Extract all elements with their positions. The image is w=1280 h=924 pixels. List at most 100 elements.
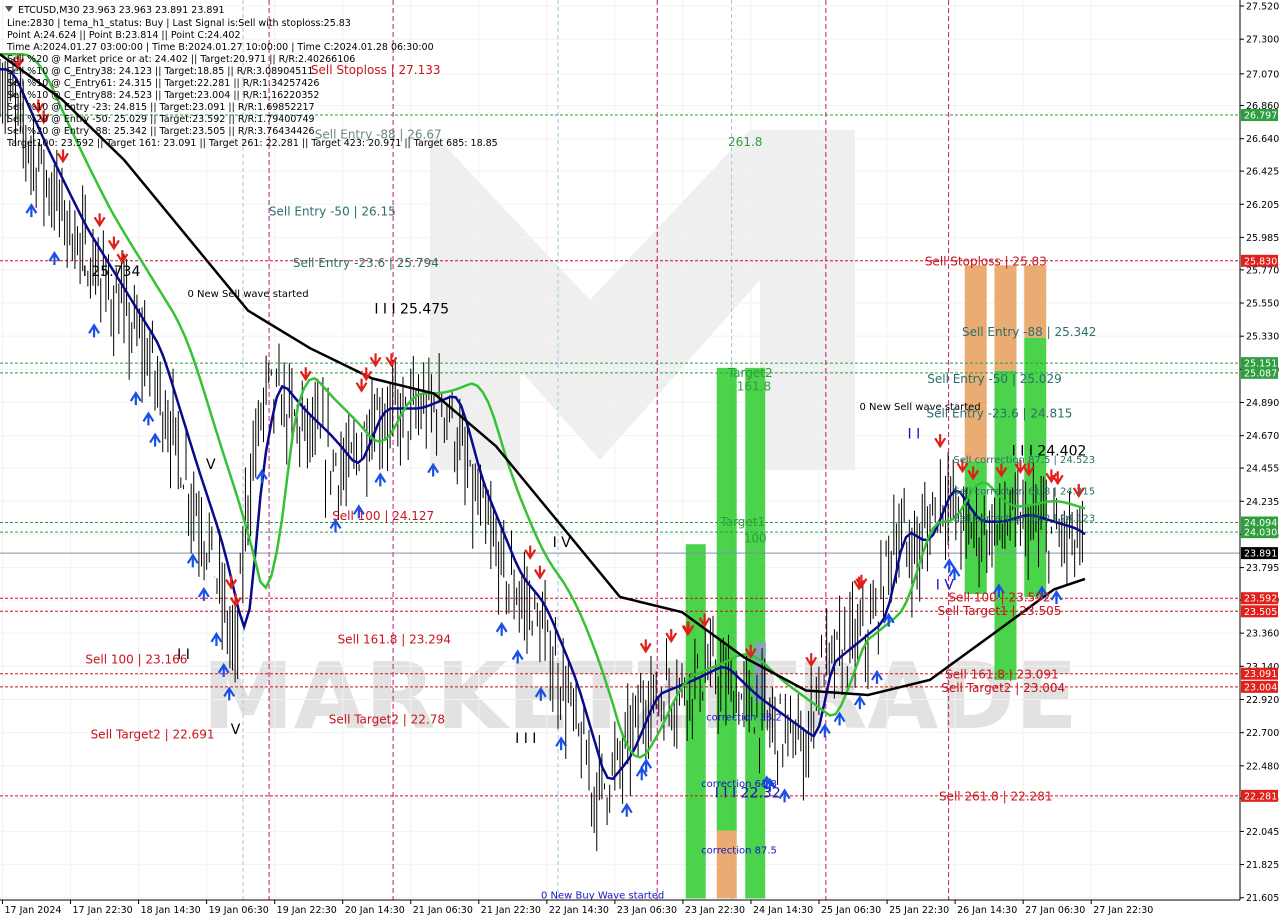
time-tick-label: 22 Jan 14:30 [549, 905, 609, 916]
target-zone-bar [716, 367, 737, 831]
info-line: Time A:2024.01.27 03:00:00 | Time B:2024… [6, 42, 434, 53]
annotation-label: Target2 [727, 366, 773, 380]
info-line: Sell %10 @ C_Entry88: 24.523 || Target:2… [7, 90, 319, 101]
price-tick-label: 24.235 [1246, 497, 1279, 508]
annotation-label: correction 38.2 [706, 713, 782, 724]
price-tick-label: 25.330 [1246, 332, 1279, 343]
annotation-label: I I I 22.32 [715, 785, 781, 801]
target-zone-bar [994, 265, 1017, 371]
price-tick-label: 23.795 [1246, 563, 1279, 574]
annotation-label: V [231, 722, 241, 738]
annotation-label: 261.8 [728, 135, 762, 149]
target-zone-bar [745, 367, 766, 899]
price-tag-label: 25.830 [1244, 256, 1277, 267]
annotation-label: Sell correction 38.2 | 24.123 [953, 514, 1095, 525]
annotation-label: correction 87.5 [701, 845, 777, 856]
price-tick-label: 26.640 [1246, 134, 1279, 145]
price-tick-label: 25.550 [1246, 299, 1279, 310]
chart-container: MARKETZITRADE Sell Stoploss | 27.133 Sell… [0, 0, 1280, 920]
time-tick-label: 19 Jan 22:30 [277, 905, 337, 916]
price-tick-label: 22.480 [1246, 761, 1279, 772]
price-tag-label: 23.505 [1244, 607, 1277, 618]
annotation-label: Sell 161.8 | 23.294 [338, 633, 452, 647]
info-line: Point A:24.624 || Point B:23.814 || Poin… [7, 30, 241, 41]
time-tick-label: 24 Jan 14:30 [753, 905, 813, 916]
price-tag-label: 23.592 [1244, 594, 1277, 605]
target-zone-bar [716, 830, 737, 899]
price-tag-label: 24.030 [1244, 528, 1277, 539]
time-tick-label: 20 Jan 14:30 [345, 905, 405, 916]
annotation-label: Sell Entry -50 | 26.15 [269, 205, 396, 219]
info-line: Sell %20 @ Market price or at: 24.402 ||… [7, 54, 355, 65]
price-tick-label: 24.890 [1246, 398, 1279, 409]
time-tick-label: 17 Jan 22:30 [73, 905, 133, 916]
time-tick-label: 25 Jan 22:30 [889, 905, 949, 916]
time-tick-label: 27 Jan 22:30 [1093, 905, 1153, 916]
annotation-label: I 25.734 [83, 264, 141, 280]
price-tick-label: 26.425 [1246, 167, 1279, 178]
time-tick-label: 18 Jan 14:30 [141, 905, 201, 916]
annotation-label: 100 [744, 532, 767, 546]
price-tick-label: 24.455 [1246, 464, 1279, 475]
annotation-label: Sell correction 61.8 | 24.315 [953, 486, 1095, 497]
price-tag-label: 22.281 [1244, 791, 1277, 802]
annotation-label: Target1 [719, 515, 765, 529]
annotation-label: V [206, 457, 216, 473]
price-tick-label: 25.985 [1246, 233, 1279, 244]
symbol-line: ETCUSD,M30 23.963 23.963 23.891 23.891 [18, 5, 225, 16]
price-tick-label: 23.360 [1246, 629, 1279, 640]
annotation-label: Sell Entry -50 | 25.029 [927, 372, 1061, 386]
price-tick-label: 21.825 [1246, 860, 1279, 871]
annotation-label: Sell 100 | 23.592 [948, 591, 1050, 605]
time-tick-label: 25 Jan 06:30 [821, 905, 881, 916]
target-zone-bar [964, 461, 987, 594]
annotation-label: Sell Target2 | 23.004 [941, 681, 1065, 695]
annotation-label: Sell Target1 | 23.505 [937, 604, 1061, 618]
price-tag-label: 23.004 [1244, 682, 1277, 693]
price-tick-label: 22.045 [1246, 827, 1279, 838]
info-line: Sell %10 @ C_Entry38: 24.123 || Target:1… [7, 66, 313, 77]
annotation-label: Sell 100 | 23.166 [85, 652, 187, 666]
price-tag-label: 25.087 [1244, 368, 1277, 379]
price-tick-label: 22.700 [1246, 728, 1279, 739]
time-tick-label: 23 Jan 06:30 [617, 905, 677, 916]
annotation-label: Sell correction 87.5 | 24.523 [953, 455, 1095, 466]
current-price-label: 23.891 [1244, 549, 1277, 560]
info-line: Line:2830 | tema_h1_status: Buy | Last S… [7, 18, 351, 29]
annotation-label: Sell Entry -88 | 25.342 [962, 325, 1096, 339]
info-line: Sell %10 @ Entry -23: 24.815 || Target:2… [7, 102, 315, 113]
annotation-label: Sell Target2 | 22.78 [329, 713, 445, 727]
time-tick-label: 17 Jan 2024 [4, 905, 61, 916]
annotation-label: 0 New Sell wave started [187, 289, 308, 300]
annotation-label: Sell Target2 | 22.691 [91, 728, 215, 742]
time-tick-label: 21 Jan 22:30 [481, 905, 541, 916]
annotation-label: Sell 261.8 | 22.281 [939, 790, 1053, 804]
time-tick-label: 27 Jan 06:30 [1025, 905, 1085, 916]
info-line: Sell %20 @ Entry -50: 25.029 || Target:2… [7, 114, 315, 125]
annotation-label: Sell Entry -23.6 | 25.794 [293, 256, 439, 270]
annotation-label: Sell Entry -23.6 | 24.815 [926, 407, 1072, 421]
annotation-label: Sell 100 | 24.127 [332, 509, 434, 523]
time-tick-label: 21 Jan 06:30 [413, 905, 473, 916]
price-tick-label: 22.920 [1246, 695, 1279, 706]
price-tick-label: 27.300 [1246, 35, 1279, 46]
annotation-label: I V [553, 535, 572, 551]
annotation-label: I I I [515, 731, 536, 747]
annotation-label: Sell Stoploss | 25.83 [925, 254, 1047, 268]
price-tag-label: 26.797 [1244, 111, 1277, 122]
time-tick-label: 26 Jan 14:30 [957, 905, 1017, 916]
price-tick-label: 27.520 [1246, 2, 1279, 13]
price-tick-label: 26.205 [1246, 200, 1279, 211]
annotation-label: I I I 25.475 [374, 302, 449, 318]
price-tick-label: 27.070 [1246, 69, 1279, 80]
annotation-label: I I [908, 427, 921, 443]
time-tick-label: 19 Jan 06:30 [209, 905, 269, 916]
info-line: Sell %10 @ C_Entry61: 24.315 || Target:2… [7, 78, 319, 89]
info-line: Sell %20 @ Entry -88: 25.342 || Target:2… [7, 126, 315, 137]
time-tick-label: 23 Jan 22:30 [685, 905, 745, 916]
price-tick-label: 21.605 [1246, 893, 1279, 904]
annotation-label: 161.8 [737, 379, 771, 393]
price-tick-label: 24.670 [1246, 431, 1279, 442]
price-tag-label: 23.091 [1244, 669, 1277, 680]
info-line: Target100: 23.592 || Target 161: 23.091 … [6, 138, 498, 149]
